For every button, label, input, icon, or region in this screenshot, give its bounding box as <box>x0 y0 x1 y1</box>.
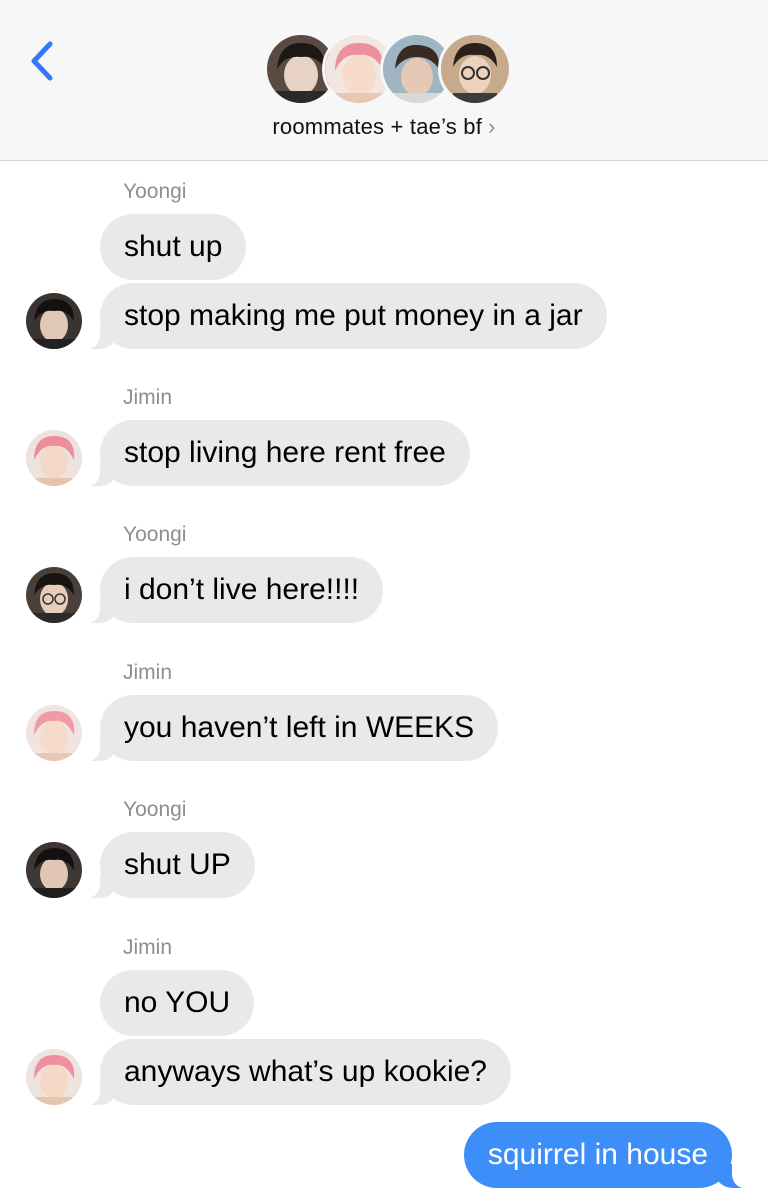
message-text: no YOU <box>124 986 231 1019</box>
sender-label: Jimin <box>123 936 173 959</box>
chevron-left-icon <box>31 41 53 81</box>
avatar-yoongi <box>26 567 82 623</box>
message-bubble-outgoing[interactable]: squirrel in house <box>463 1122 755 1188</box>
message-text: stop making me put money in a jar <box>124 299 583 332</box>
message-text: you haven’t left in WEEKS <box>124 711 475 744</box>
message-bubble[interactable]: anyways what’s up kookie? <box>78 1039 511 1105</box>
avatar-jimin <box>26 430 82 486</box>
avatar-jimin <box>26 705 82 761</box>
chevron-right-icon: › <box>488 114 496 139</box>
avatar-yoongi <box>26 842 82 898</box>
back-button[interactable] <box>26 38 66 86</box>
sender-label: Yoongi <box>123 523 187 546</box>
avatar-glasses <box>438 32 512 106</box>
conversation-header: roommates + tae’s bf › <box>0 0 768 161</box>
sender-label: Jimin <box>123 386 173 409</box>
message-text: shut UP <box>124 848 231 881</box>
message-bubble[interactable]: stop making me put money in a jar <box>78 283 607 349</box>
conversation-title-text: roommates + tae’s bf <box>272 114 483 139</box>
message-text: squirrel in house <box>487 1138 708 1171</box>
message-bubble[interactable]: i don’t live here!!!! <box>77 557 384 623</box>
message-text: anyways what’s up kookie? <box>124 1055 487 1088</box>
message-text: i don’t live here!!!! <box>124 573 360 606</box>
message-text: shut up <box>124 230 223 263</box>
message-bubble[interactable]: shut up <box>100 214 247 280</box>
sender-label: Yoongi <box>123 798 187 821</box>
message-bubble[interactable]: shut UP <box>78 832 255 898</box>
sender-label: Jimin <box>123 661 173 684</box>
group-avatars[interactable] <box>264 32 512 108</box>
message-bubble[interactable]: no YOU <box>100 970 255 1036</box>
avatar-yoongi <box>26 293 82 349</box>
sender-label: Yoongi <box>123 180 187 203</box>
avatar-jimin <box>26 1049 82 1105</box>
message-bubble[interactable]: stop living here rent free <box>78 420 470 486</box>
message-text: stop living here rent free <box>124 436 446 469</box>
conversation-title[interactable]: roommates + tae’s bf › <box>0 114 768 140</box>
message-bubble[interactable]: you haven’t left in WEEKS <box>77 695 499 761</box>
